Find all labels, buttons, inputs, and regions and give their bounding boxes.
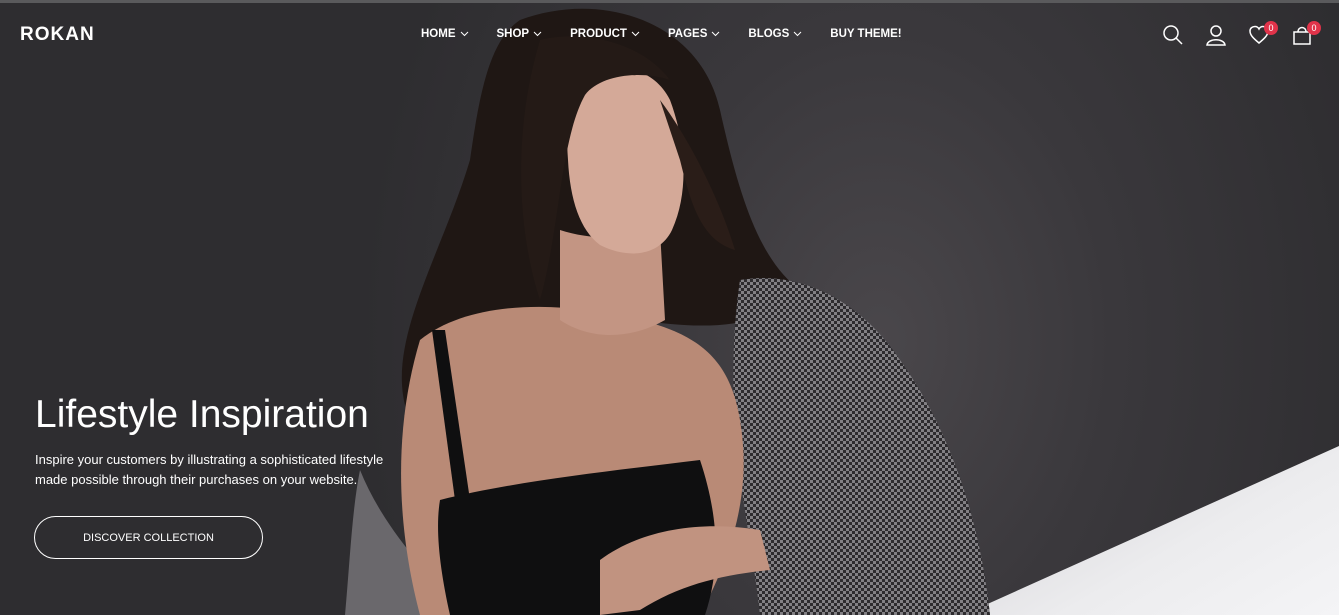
nav-item-buy-theme[interactable]: BUY THEME!	[830, 28, 901, 40]
nav-item-shop[interactable]: SHOP	[497, 28, 543, 40]
hero-subtitle: Inspire your customers by illustrating a…	[35, 450, 415, 490]
chevron-down-icon	[793, 31, 802, 37]
user-icon	[1206, 25, 1226, 46]
site-logo[interactable]: ROKAN	[20, 24, 95, 46]
chevron-down-icon	[631, 31, 640, 37]
account-button[interactable]	[1205, 24, 1227, 48]
header-icons: 0 0	[1141, 21, 1321, 48]
search-icon	[1163, 25, 1183, 45]
nav-item-label: SHOP	[496, 28, 530, 40]
hero-subtitle-line: Inspire your customers by illustrating a…	[35, 452, 384, 467]
wishlist-button[interactable]: 0	[1248, 21, 1278, 48]
nav-item-home[interactable]: HOME	[421, 28, 469, 40]
wishlist-count-badge: 0	[1264, 21, 1278, 35]
nav-item-label: HOME	[421, 28, 456, 40]
hero-title: Lifestyle Inspiration	[35, 393, 369, 436]
hero-content: Lifestyle Inspiration Inspire your custo…	[35, 392, 415, 490]
hero-subtitle-line: made possible through their purchases on…	[35, 472, 358, 487]
chevron-down-icon	[712, 31, 720, 37]
cart-count-badge: 0	[1307, 21, 1321, 35]
nav-item-label: BLOGS	[748, 28, 790, 40]
discover-collection-button[interactable]: DISCOVER COLLECTION	[34, 516, 263, 559]
nav-item-blogs[interactable]: BLOGS	[748, 28, 802, 40]
search-button[interactable]	[1162, 24, 1184, 48]
nav-item-label: BUY THEME!	[830, 28, 902, 40]
main-nav: HOME SHOP PRODUCT PAGES BLOGS BUY THEME!	[421, 28, 930, 40]
nav-item-label: PRODUCT	[570, 28, 627, 40]
nav-item-pages[interactable]: PAGES	[668, 28, 720, 40]
chevron-down-icon	[460, 31, 468, 37]
cart-button[interactable]: 0	[1291, 21, 1321, 48]
site-header: ROKAN HOME SHOP PRODUCT PAGES BLOGS BUY …	[0, 3, 1339, 67]
chevron-down-icon	[533, 31, 542, 37]
hero-banner: ROKAN HOME SHOP PRODUCT PAGES BLOGS BUY …	[0, 0, 1339, 615]
nav-item-product[interactable]: PRODUCT	[570, 28, 640, 40]
nav-item-label: PAGES	[667, 28, 708, 40]
